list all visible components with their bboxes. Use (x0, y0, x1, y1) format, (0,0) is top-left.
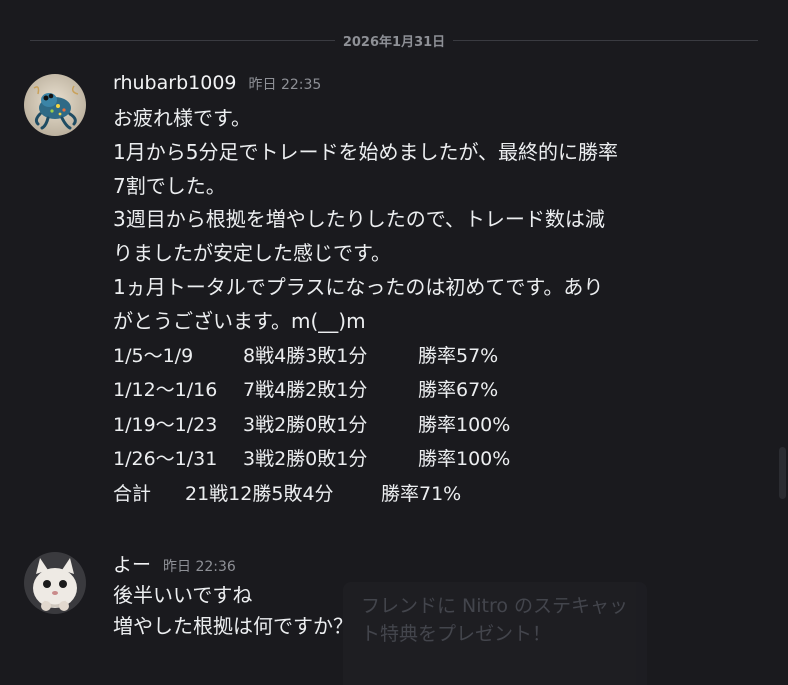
username[interactable]: よー (113, 550, 151, 577)
stats-row: 1/5〜1/9 8戦4勝3敗1分 勝率57% (113, 339, 760, 374)
message-line: 1ヵ月トータルでプラスになったのは初めてです。あり (113, 274, 604, 299)
message-line: 増やした根拠は何ですか？ (113, 614, 353, 638)
message-line: りましたが安定した感じです。 (113, 241, 391, 266)
total-rate: 勝率71% (381, 482, 462, 505)
message-line: 後半いいですね (113, 583, 253, 607)
message-header: rhubarb1009 昨日 22:35 (113, 72, 760, 102)
chat-view: 2026年1月31日 rhubarb1009 昨日 22:35 お疲れ様です。 … (0, 0, 788, 685)
stats-record: 3戦2勝0敗1分 (243, 448, 368, 471)
stats-row: 1/26〜1/31 3戦2勝0敗1分 勝率100% (113, 442, 760, 477)
stats-period: 1/12〜1/16 (113, 379, 218, 402)
total-label: 合計 (113, 482, 152, 505)
stats-period: 1/26〜1/31 (113, 448, 218, 471)
stats-rate: 勝率100% (418, 448, 511, 471)
scrollbar-thumb[interactable] (779, 447, 786, 499)
total-record: 21戦12勝5敗4分 (185, 482, 334, 505)
message-line: 3週目から根拠を増やしたりしたので、トレード数は減 (113, 207, 605, 232)
avatar[interactable] (24, 74, 86, 136)
stats-rate: 勝率67% (418, 379, 499, 402)
stats-period: 1/5〜1/9 (113, 344, 194, 367)
timestamp[interactable]: 昨日 22:36 (163, 556, 236, 576)
message-body: お疲れ様です。 1月から5分足でトレードを始めましたが、最終的に勝率 7割でした… (113, 102, 760, 511)
stats-row: 1/19〜1/23 3戦2勝0敗1分 勝率100% (113, 408, 760, 443)
stats-record: 3戦2勝0敗1分 (243, 413, 368, 436)
stats-record: 7戦4勝2敗1分 (243, 379, 368, 402)
stats-total-row: 合計 21戦12勝5敗4分 勝率71% (113, 477, 760, 512)
timestamp[interactable]: 昨日 22:35 (249, 74, 322, 94)
message-line: お疲れ様です。 (113, 106, 251, 130)
cat-avatar-icon (24, 552, 86, 614)
avatar[interactable] (24, 552, 86, 614)
date-label: 2026年1月31日 (342, 34, 446, 50)
message-line: 1月から5分足でトレードを始めましたが、最終的に勝率 (113, 139, 619, 164)
username[interactable]: rhubarb1009 (113, 72, 237, 94)
date-divider: 2026年1月31日 (30, 28, 759, 52)
message-content: rhubarb1009 昨日 22:35 お疲れ様です。 1月から5分足でトレー… (113, 72, 760, 511)
stats-rate: 勝率57% (418, 344, 499, 367)
message-line: がとうございます。m(__)m (113, 308, 366, 333)
frog-avatar-icon (24, 74, 86, 136)
message-header: よー 昨日 22:36 (113, 550, 760, 580)
stats-period: 1/19〜1/23 (113, 413, 218, 436)
divider-line-right (453, 39, 759, 41)
stats-record: 8戦4勝3敗1分 (243, 344, 368, 367)
stats-rate: 勝率100% (418, 413, 511, 436)
message-content: よー 昨日 22:36 後半いいですね 増やした根拠は何ですか？ (113, 550, 760, 642)
message-body: 後半いいですね 増やした根拠は何ですか？ (113, 580, 760, 642)
stats-row: 1/12〜1/16 7戦4勝2敗1分 勝率67% (113, 373, 760, 408)
divider-line-left (30, 39, 335, 41)
message-line: 7割でした。 (113, 173, 226, 198)
